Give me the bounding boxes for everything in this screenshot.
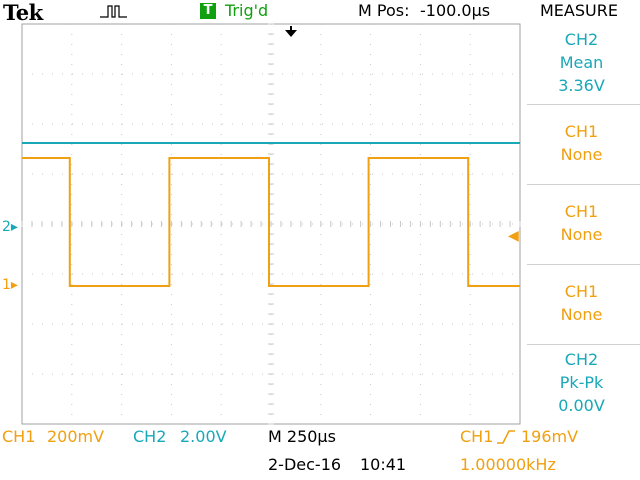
measure-type: None [560, 145, 603, 164]
ch1-marker-label: 1 [2, 277, 11, 293]
measure-source: CH1 [564, 202, 599, 221]
measure-source: CH1 [564, 122, 599, 141]
measure-source: CH2 [564, 350, 599, 369]
measure-type: Mean [559, 53, 604, 72]
divider [527, 184, 640, 185]
measure-panel: CH2 Mean 3.36V CH1 None CH1 None CH1 Non… [523, 22, 640, 422]
measure-value: 3.36V [558, 76, 605, 95]
measure-value: 0.00V [558, 396, 605, 415]
timebase: M 250μs [268, 427, 336, 446]
measure-slot-1[interactable]: CH2 Mean 3.36V [523, 28, 640, 108]
ch2-scale: 2.00V [180, 427, 227, 446]
trigger-level: 196mV [521, 427, 579, 446]
date: 2-Dec-16 [268, 455, 342, 474]
time: 10:41 [360, 455, 407, 474]
trigger-source: CH1 [460, 427, 494, 446]
trigger-level-marker: ◀ [508, 229, 519, 243]
measure-slot-2[interactable]: CH1 None [523, 120, 640, 200]
measure-type: None [560, 225, 603, 244]
measure-source: CH2 [564, 30, 599, 49]
rising-edge-icon [497, 430, 515, 444]
arrow-right-icon: ▸ [10, 277, 18, 293]
arrow-right-icon: ▸ [10, 219, 18, 235]
ch2-ground-marker: 2▸ [2, 220, 18, 234]
ch1-ground-marker: 1▸ [2, 278, 18, 292]
frequency-readout: 1.00000kHz [460, 455, 556, 474]
ch1-label: CH1 [2, 427, 36, 446]
divider [527, 264, 640, 265]
divider [527, 104, 640, 105]
ch2-label: CH2 [133, 427, 167, 446]
ch2-marker-label: 2 [2, 219, 11, 235]
measure-type: None [560, 305, 603, 324]
measure-type: Pk-Pk [559, 373, 604, 392]
ch1-scale: 200mV [47, 427, 105, 446]
measure-source: CH1 [564, 282, 599, 301]
arrow-left-icon: ◀ [508, 228, 519, 244]
measure-slot-5[interactable]: CH2 Pk-Pk 0.00V [523, 348, 640, 428]
graticule [21, 23, 521, 425]
measure-slot-3[interactable]: CH1 None [523, 200, 640, 280]
divider [527, 344, 640, 345]
